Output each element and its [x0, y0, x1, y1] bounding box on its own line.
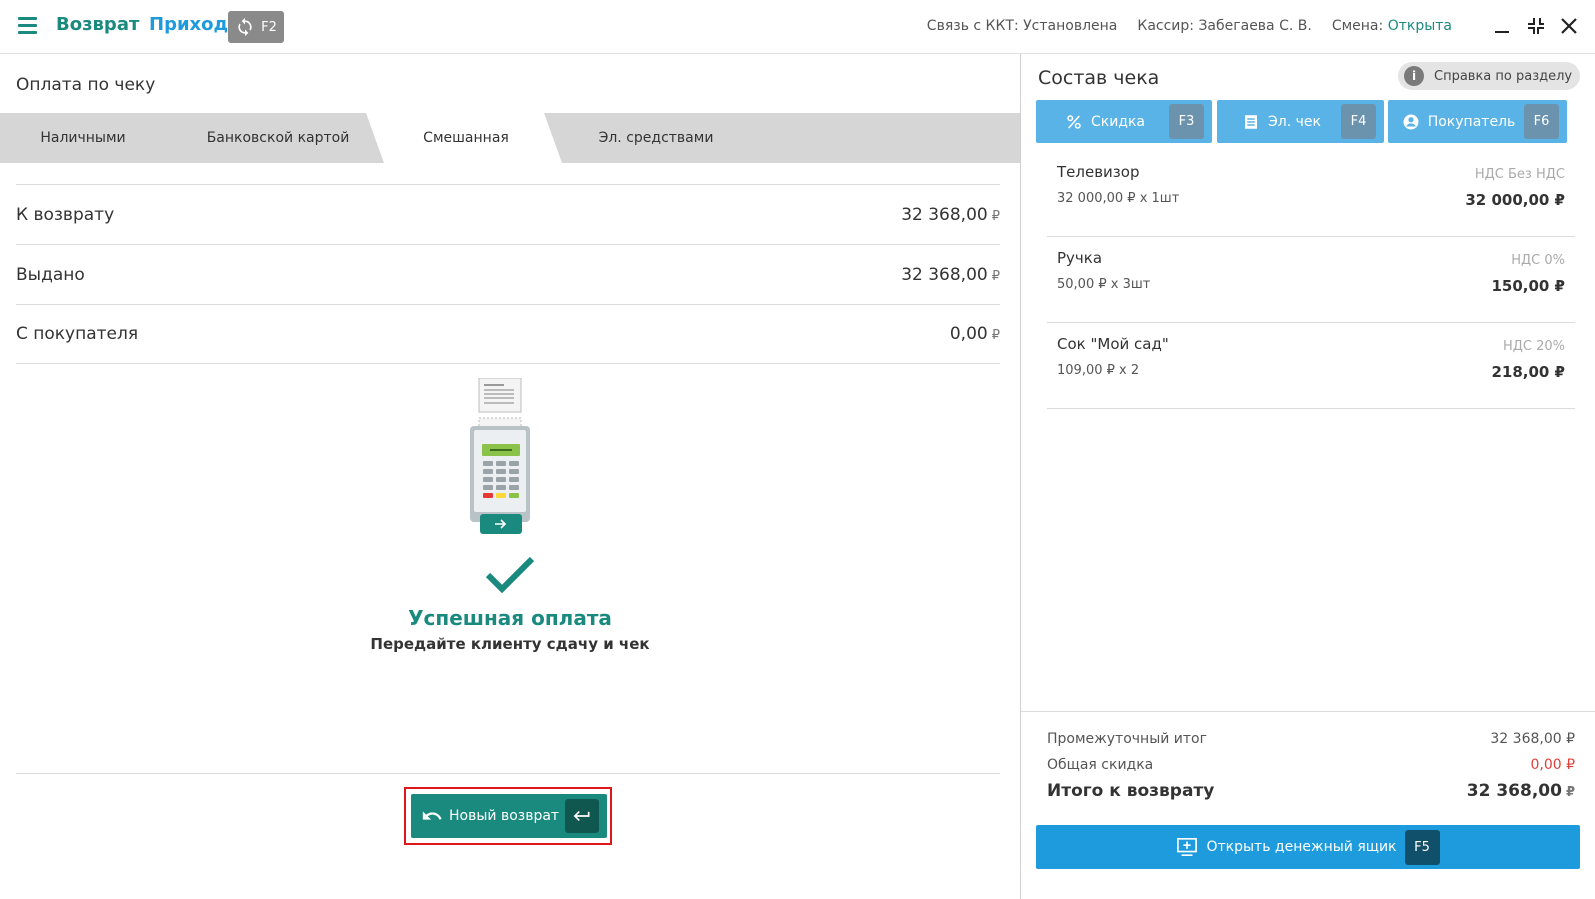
grand-total-row: Итого к возврату 32 368,00 ₽: [1047, 781, 1575, 801]
open-cash-drawer-button[interactable]: Открыть денежный ящик F5: [1036, 825, 1580, 869]
totals-divider: [1021, 711, 1595, 712]
list-item[interactable]: Телевизор 32 000,00 ₽ x 1шт НДС Без НДС …: [1047, 151, 1575, 237]
kkt-status: Связь с ККТ: Установлена: [926, 18, 1118, 34]
customer-key: F6: [1524, 104, 1559, 139]
percent-icon: [1067, 114, 1081, 129]
list-item[interactable]: Сок "Мой сад" 109,00 ₽ x 2 НДС 20% 218,0…: [1047, 323, 1575, 409]
sync-icon: [238, 17, 252, 37]
payment-panel: Оплата по чеку Наличными Банковской карт…: [0, 55, 1020, 899]
tab-mixed[interactable]: Смешанная: [376, 113, 556, 163]
shift-status: Смена: Открыта: [1331, 18, 1452, 34]
customer-button[interactable]: Покупатель F6: [1388, 100, 1567, 143]
tab-cash[interactable]: Наличными: [0, 113, 166, 163]
row-to-return: К возврату 32 368,00 ₽: [16, 184, 1000, 244]
exit-fullscreen-icon[interactable]: [1526, 16, 1546, 36]
cash-drawer-key: F5: [1404, 829, 1440, 865]
e-receipt-button[interactable]: Эл. чек F4: [1217, 100, 1384, 143]
row-issued: Выдано 32 368,00 ₽: [16, 244, 1000, 304]
discount-row: Общая скидка 0,00 ₽: [1047, 757, 1575, 773]
row-from-customer: С покупателя 0,00 ₽: [16, 304, 1000, 364]
tab-electronic[interactable]: Эл. средствами: [556, 113, 756, 163]
success-subtitle: Передайте клиенту сдачу и чек: [370, 635, 650, 653]
payment-terminal-icon: [470, 378, 530, 534]
payment-title: Оплата по чеку: [16, 75, 156, 95]
list-icon: [1245, 114, 1258, 129]
new-return-button[interactable]: Новый возврат: [411, 794, 607, 838]
sync-button[interactable]: F2: [228, 11, 284, 43]
top-bar: Возврат Приход F2 Связь с ККТ: Установле…: [0, 0, 1595, 54]
payment-summary: К возврату 32 368,00 ₽ Выдано 32 368,00 ₽ …: [16, 184, 1000, 364]
receipt-items: Телевизор 32 000,00 ₽ x 1шт НДС Без НДС …: [1047, 151, 1575, 409]
receipt-panel: Состав чека i Справка по разделу Скидка …: [1021, 55, 1595, 899]
info-icon: i: [1404, 66, 1424, 86]
undo-icon: [422, 811, 442, 820]
subtotal-row: Промежуточный итог 32 368,00 ₽: [1047, 731, 1575, 747]
hamburger-menu-icon[interactable]: [18, 17, 38, 35]
tab-card[interactable]: Банковской картой: [166, 113, 390, 163]
payment-tabs: Наличными Банковской картой Смешанная Эл…: [0, 113, 1020, 163]
mode-income-link[interactable]: Приход: [149, 14, 228, 35]
enter-key-icon: [565, 799, 599, 833]
user-icon: [1403, 114, 1419, 129]
mode-return-link[interactable]: Возврат: [56, 14, 139, 35]
divider: [16, 773, 1000, 774]
sync-key: F2: [261, 19, 277, 35]
status-bar: Связь с ККТ: Установлена Кассир: Забегае…: [927, 18, 1452, 34]
discount-button[interactable]: Скидка F3: [1036, 100, 1212, 143]
close-icon[interactable]: [1559, 16, 1579, 36]
receipt-title: Состав чека: [1038, 67, 1160, 89]
help-button[interactable]: i Справка по разделу: [1398, 62, 1580, 90]
minimize-icon[interactable]: [1492, 16, 1512, 36]
e-receipt-key: F4: [1341, 104, 1376, 139]
list-item[interactable]: Ручка 50,00 ₽ x 3шт НДС 0% 150,00 ₽: [1047, 237, 1575, 323]
cash-drawer-icon: [1177, 838, 1198, 856]
cashier-status: Кассир: Забегаева С. В.: [1137, 18, 1312, 34]
success-title: Успешная оплата: [408, 606, 612, 630]
discount-key: F3: [1169, 104, 1204, 139]
check-icon: [485, 556, 535, 594]
